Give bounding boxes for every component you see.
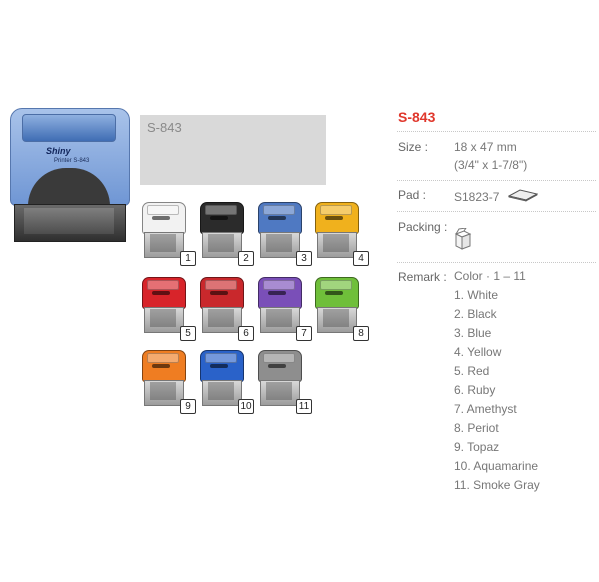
ink-pad-icon xyxy=(508,189,538,202)
variant-number-badge: 2 xyxy=(238,251,254,266)
stamp-glass xyxy=(150,234,176,252)
plate-label: S-843 xyxy=(147,120,182,135)
stamp-glass xyxy=(24,208,114,234)
impression-plate: S-843 xyxy=(140,115,326,185)
stamp-glass xyxy=(208,309,234,327)
remark-list: Color · 1 – 11 1. White 2. Black 3. Blue… xyxy=(454,270,540,498)
stamp-window xyxy=(263,205,295,215)
stamp-logo xyxy=(268,364,286,368)
stamp-logo xyxy=(152,364,170,368)
stamp-glass xyxy=(150,382,176,400)
color-item: 2. Black xyxy=(454,307,497,321)
remark-heading: Color · 1 – 11 xyxy=(454,269,526,283)
variant-number-badge: 3 xyxy=(296,251,312,266)
variant-stamp[interactable]: 8 xyxy=(313,277,369,341)
stamp-logo xyxy=(152,291,170,295)
stamp-logo xyxy=(152,216,170,220)
stamp-logo xyxy=(210,291,228,295)
stamp-logo xyxy=(268,216,286,220)
color-item: 10. Aquamarine xyxy=(454,459,539,473)
stamp-model-text: Printer S-843 xyxy=(54,158,90,164)
box-icon xyxy=(454,228,472,250)
product-title: S-843 xyxy=(398,109,436,125)
variant-number-badge: 9 xyxy=(180,399,196,414)
stamp-glass xyxy=(323,309,349,327)
variant-stamp[interactable]: 1 xyxy=(140,202,196,266)
divider xyxy=(397,262,596,263)
stamp-window xyxy=(22,114,116,142)
divider xyxy=(397,131,596,132)
variant-number-badge: 6 xyxy=(238,326,254,341)
variant-stamp[interactable]: 5 xyxy=(140,277,196,341)
color-item: 5. Red xyxy=(454,364,490,378)
variant-number-badge: 1 xyxy=(180,251,196,266)
stamp-logo xyxy=(210,364,228,368)
remark-label: Remark : xyxy=(398,270,447,284)
variant-stamp[interactable]: 3 xyxy=(256,202,312,266)
stamp-window xyxy=(263,280,295,290)
variant-stamp[interactable]: 2 xyxy=(198,202,254,266)
stamp-window xyxy=(263,353,295,363)
stamp-window xyxy=(205,205,237,215)
variant-stamp[interactable]: 4 xyxy=(313,202,369,266)
stamp-glass xyxy=(150,309,176,327)
color-item: 7. Amethyst xyxy=(454,402,517,416)
variant-number-badge: 5 xyxy=(180,326,196,341)
stamp-logo xyxy=(268,291,286,295)
color-item: 9. Topaz xyxy=(454,440,500,454)
color-item: 11. Smoke Gray xyxy=(454,478,540,492)
color-item: 6. Ruby xyxy=(454,383,496,397)
main-stamp-image: Shiny Printer S-843 xyxy=(10,108,130,248)
variant-stamp[interactable]: 11 xyxy=(256,350,312,414)
color-item: 4. Yellow xyxy=(454,345,502,359)
variant-stamp[interactable]: 6 xyxy=(198,277,254,341)
stamp-glass xyxy=(266,382,292,400)
stamp-window xyxy=(205,280,237,290)
variant-number-badge: 10 xyxy=(238,399,254,414)
variant-stamp[interactable]: 10 xyxy=(198,350,254,414)
size-value: 18 x 47 mm xyxy=(454,140,517,154)
stamp-glass xyxy=(208,382,234,400)
color-item: 3. Blue xyxy=(454,326,492,340)
stamp-window xyxy=(147,353,179,363)
stamp-glass xyxy=(323,234,349,252)
color-item: 8. Periot xyxy=(454,421,499,435)
stamp-window xyxy=(205,353,237,363)
variant-stamp[interactable]: 9 xyxy=(140,350,196,414)
variant-number-badge: 4 xyxy=(353,251,369,266)
stamp-glass xyxy=(266,309,292,327)
pad-value: S1823-7 xyxy=(454,190,500,204)
stamp-window xyxy=(320,280,352,290)
packing-label: Packing : xyxy=(398,220,448,234)
stamp-window xyxy=(147,205,179,215)
stamp-glass xyxy=(208,234,234,252)
stamp-logo: Shiny xyxy=(46,146,71,156)
variant-number-badge: 11 xyxy=(296,399,312,414)
variant-number-badge: 7 xyxy=(296,326,312,341)
size-label: Size : xyxy=(398,140,429,154)
pad-label: Pad : xyxy=(398,188,427,202)
variant-stamp[interactable]: 7 xyxy=(256,277,312,341)
stamp-logo xyxy=(325,216,343,220)
stamp-logo xyxy=(210,216,228,220)
color-item: 1. White xyxy=(454,288,499,302)
stamp-logo xyxy=(325,291,343,295)
divider xyxy=(397,180,596,181)
stamp-window xyxy=(320,205,352,215)
divider xyxy=(397,211,596,212)
stamp-window xyxy=(147,280,179,290)
variant-number-badge: 8 xyxy=(353,326,369,341)
size-value-imperial: (3/4" x 1-7/8") xyxy=(454,158,528,172)
stamp-glass xyxy=(266,234,292,252)
